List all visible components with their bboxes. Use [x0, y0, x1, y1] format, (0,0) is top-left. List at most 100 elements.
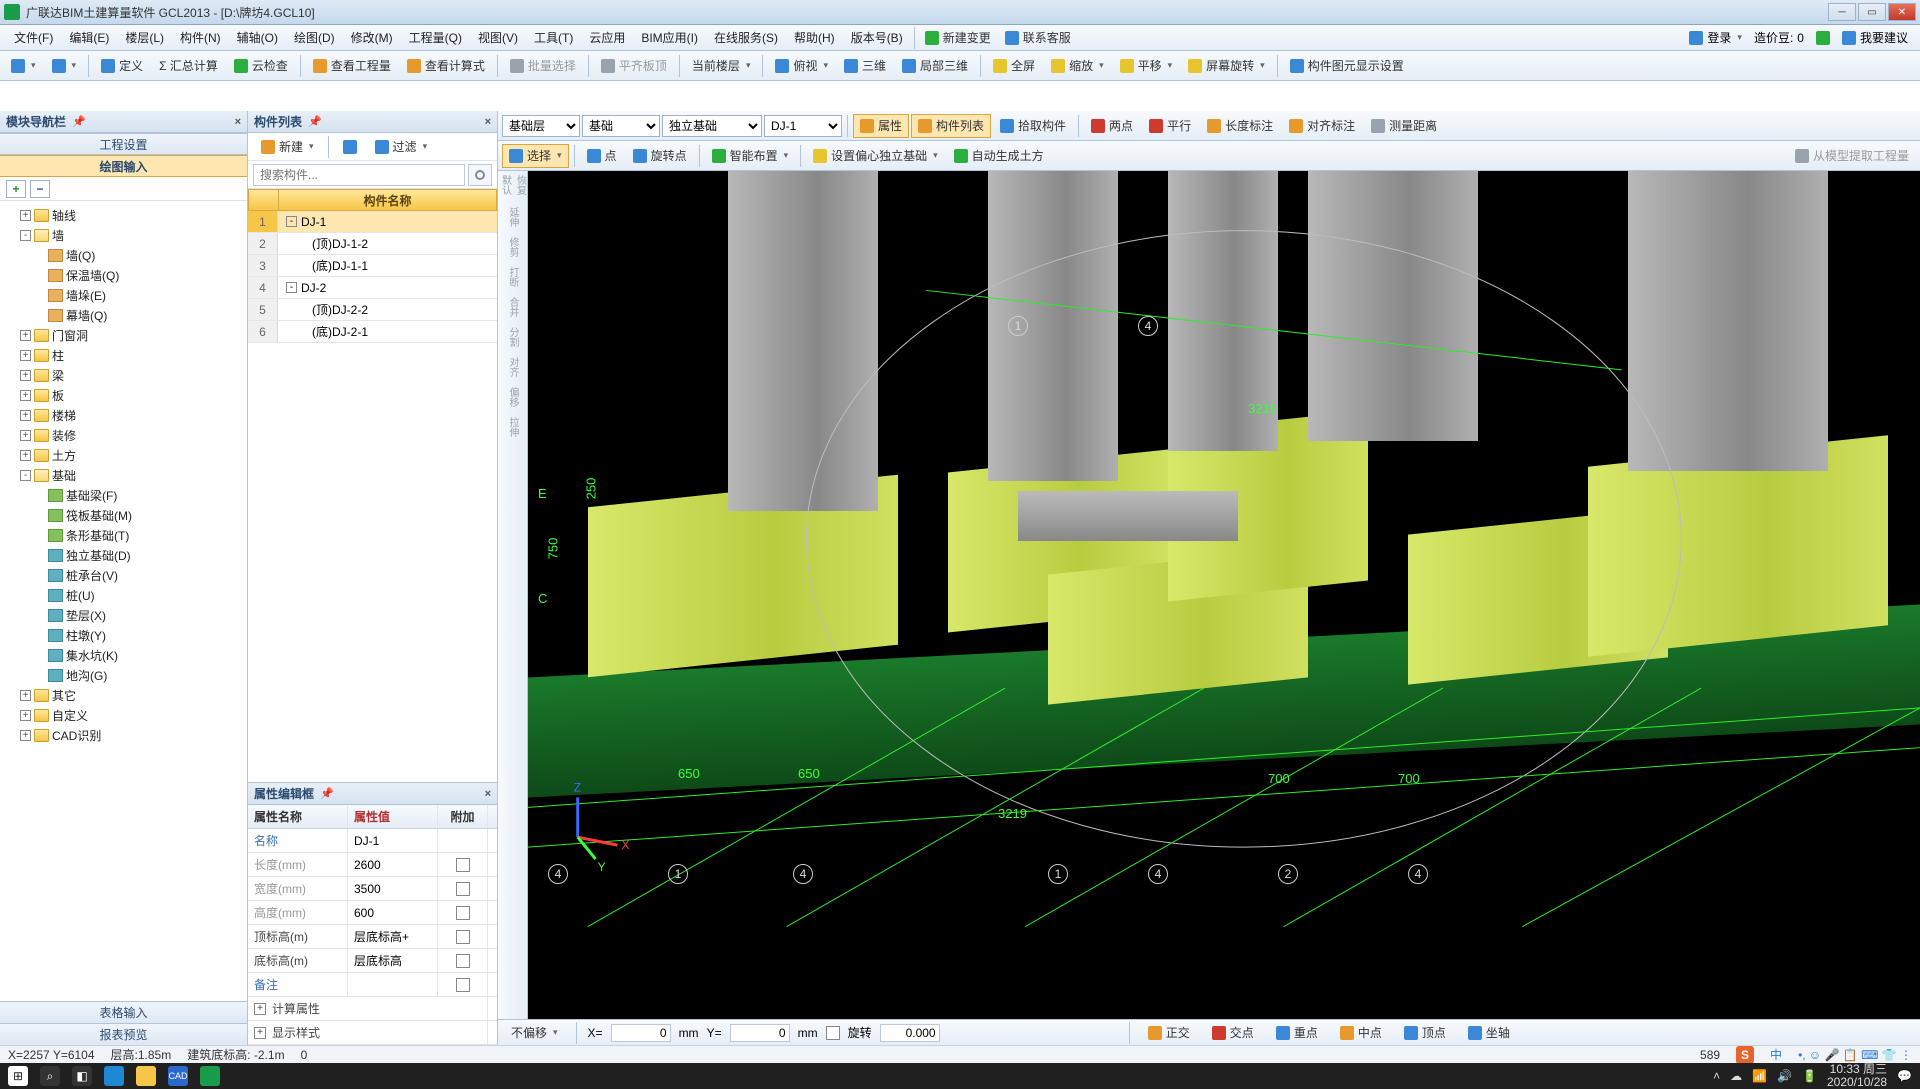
menu-modify[interactable]: 修改(M) [343, 29, 401, 46]
menu-help[interactable]: 帮助(H) [786, 29, 843, 46]
vtool-延伸[interactable]: 延伸 [501, 205, 525, 229]
seg-report[interactable]: 报表预览 [0, 1023, 247, 1045]
vtool-修剪[interactable]: 修剪 [501, 235, 525, 259]
pan-button[interactable]: 平移▾ [1113, 54, 1180, 78]
tray-batt-icon[interactable]: 🔋 [1802, 1069, 1817, 1083]
search-taskbar[interactable]: ⌕ [40, 1066, 60, 1086]
suggest-button[interactable]: 我要建议 [1836, 29, 1914, 46]
offset-dropdown[interactable]: 不偏移▾ [504, 1021, 565, 1045]
batchsel-button[interactable]: 批量选择 [503, 54, 583, 78]
menu-file[interactable]: 文件(F) [6, 29, 61, 46]
property-row[interactable]: 顶标高(m)层底标高+ [248, 925, 497, 949]
menu-version[interactable]: 版本号(B) [843, 29, 911, 46]
smartlayout-button[interactable]: 智能布置▾ [705, 144, 796, 168]
tree-node[interactable]: 条形基础(T) [2, 525, 245, 545]
refresh-button[interactable] [1810, 31, 1836, 45]
component-row[interactable]: 6(底)DJ-2-1 [248, 321, 497, 343]
tree-node[interactable]: 保温墙(Q) [2, 265, 245, 285]
floor-select[interactable]: 基础层 [502, 115, 580, 137]
expand-all-button[interactable]: + [6, 180, 26, 198]
seg-project[interactable]: 工程设置 [0, 133, 247, 155]
filter-button[interactable]: 过滤▾ [368, 135, 435, 159]
property-group[interactable]: +计算属性 [248, 997, 497, 1021]
ime-icon[interactable]: S [1736, 1046, 1754, 1064]
menu-axis[interactable]: 辅轴(O) [229, 29, 286, 46]
rot-input[interactable] [880, 1024, 940, 1042]
app-edge[interactable] [104, 1066, 124, 1086]
parallel-button[interactable]: 平行 [1142, 114, 1198, 138]
pin-icon[interactable]: 📌 [320, 787, 334, 800]
tree-node[interactable]: 基础梁(F) [2, 485, 245, 505]
tree-node[interactable]: -基础 [2, 465, 245, 485]
tree-node[interactable]: 独立基础(D) [2, 545, 245, 565]
menu-bim[interactable]: BIM应用(I) [633, 29, 706, 46]
y-input[interactable] [730, 1024, 790, 1042]
property-row[interactable]: 名称DJ-1 [248, 829, 497, 853]
vtool-分割[interactable]: 分割 [501, 325, 525, 349]
rotpoint-button[interactable]: 旋转点 [626, 144, 694, 168]
search-input[interactable] [253, 164, 465, 186]
menu-cloud[interactable]: 云应用 [581, 29, 633, 46]
menu-component[interactable]: 构件(N) [172, 29, 229, 46]
tree-node[interactable]: 地沟(G) [2, 665, 245, 685]
dispset-button[interactable]: 构件图元显示设置 [1283, 54, 1411, 78]
clock-time[interactable]: 10:33 周三 [1830, 1062, 1887, 1076]
clock-date[interactable]: 2020/10/28 [1827, 1075, 1887, 1089]
taskview[interactable]: ◧ [72, 1066, 92, 1086]
tree-node[interactable]: -墙 [2, 225, 245, 245]
search-button[interactable] [468, 164, 492, 186]
component-row[interactable]: 2(顶)DJ-1-2 [248, 233, 497, 255]
tree-node[interactable]: +自定义 [2, 705, 245, 725]
define-button[interactable]: 定义 [94, 54, 150, 78]
contact-support-button[interactable]: 联系客服 [998, 26, 1078, 50]
close-panel-icon[interactable]: × [485, 788, 491, 800]
tree-node[interactable]: +楼梯 [2, 405, 245, 425]
component-row[interactable]: 1-DJ-1 [248, 211, 497, 233]
snap-axis[interactable]: 坐轴 [1461, 1021, 1517, 1045]
component-row[interactable]: 3(底)DJ-1-1 [248, 255, 497, 277]
flatroof-button[interactable]: 平齐板顶 [594, 54, 674, 78]
attr-toggle[interactable]: 属性 [853, 114, 909, 138]
viewqty-button[interactable]: 查看工程量 [306, 54, 398, 78]
x-input[interactable] [611, 1024, 671, 1042]
dimlen-button[interactable]: 长度标注 [1200, 114, 1280, 138]
property-row[interactable]: 宽度(mm)3500 [248, 877, 497, 901]
twopoint-button[interactable]: 两点 [1084, 114, 1140, 138]
tree-node[interactable]: +梁 [2, 365, 245, 385]
sumcalc-button[interactable]: Σ 汇总计算 [152, 54, 225, 78]
snap-grav[interactable]: 重点 [1269, 1021, 1325, 1045]
category-select[interactable]: 基础 [582, 115, 660, 137]
select-button[interactable]: 选择▾ [502, 144, 569, 168]
ime-lang[interactable]: 中 [1770, 1046, 1782, 1063]
pin-icon[interactable]: 📌 [308, 115, 322, 128]
tree-node[interactable]: 桩承台(V) [2, 565, 245, 585]
vtool-合并[interactable]: 合并 [501, 295, 525, 319]
tray-cloud-icon[interactable]: ☁ [1730, 1069, 1742, 1083]
screenrot-button[interactable]: 屏幕旋转▾ [1181, 54, 1272, 78]
menu-qty[interactable]: 工程量(Q) [401, 29, 470, 46]
tray-net-icon[interactable]: 📶 [1752, 1069, 1767, 1083]
vtool-拉伸[interactable]: 拉伸 [501, 415, 525, 439]
point-button[interactable]: 点 [580, 144, 624, 168]
property-row[interactable]: 底标高(m)层底标高 [248, 949, 497, 973]
viewcalc-button[interactable]: 查看计算式 [400, 54, 492, 78]
property-row[interactable]: 备注 [248, 973, 497, 997]
complist-toggle[interactable]: 构件列表 [911, 114, 991, 138]
eccentric-button[interactable]: 设置偏心独立基础▾ [806, 144, 945, 168]
sort-button[interactable] [336, 135, 364, 159]
tray-vol-icon[interactable]: 🔊 [1777, 1069, 1792, 1083]
measure-button[interactable]: 测量距离 [1364, 114, 1444, 138]
extract-button[interactable]: 从模型提取工程量 [1788, 144, 1916, 168]
tree-node[interactable]: 柱墩(Y) [2, 625, 245, 645]
rotate-checkbox[interactable] [826, 1026, 840, 1040]
tree-node[interactable]: +土方 [2, 445, 245, 465]
tree-node[interactable]: 筏板基础(M) [2, 505, 245, 525]
restore-button[interactable]: ▭ [1858, 3, 1886, 21]
menu-floor[interactable]: 楼层(L) [117, 29, 172, 46]
app-explorer[interactable] [136, 1066, 156, 1086]
zoom-button[interactable]: 缩放▾ [1044, 54, 1111, 78]
undo-button[interactable]: ▾ [4, 54, 43, 78]
tree-node[interactable]: +板 [2, 385, 245, 405]
threed-button[interactable]: 三维 [837, 54, 893, 78]
component-select[interactable]: DJ-1 [764, 115, 842, 137]
